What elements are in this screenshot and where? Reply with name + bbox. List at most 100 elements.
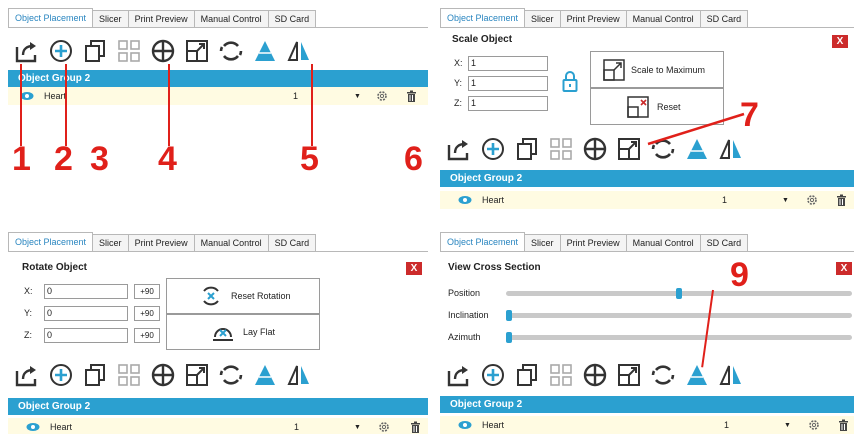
position-icon[interactable] [582, 362, 608, 388]
chevron-down-icon[interactable]: ▼ [354, 424, 361, 431]
tab-slicer[interactable]: Slicer [92, 10, 129, 28]
copy-icon[interactable] [82, 38, 108, 64]
cross-section-icon[interactable] [252, 362, 278, 388]
inclination-slider[interactable] [506, 313, 852, 318]
export-icon[interactable] [14, 38, 40, 64]
add-icon[interactable] [480, 136, 506, 162]
azimuth-slider[interactable] [506, 335, 852, 340]
object-row[interactable]: Heart 1 ▼ [8, 418, 428, 434]
tab-object-placement[interactable]: Object Placement [440, 8, 526, 28]
scale-icon[interactable] [616, 136, 642, 162]
trash-icon[interactable] [836, 194, 847, 206]
eye-icon[interactable] [26, 422, 40, 432]
gear-icon[interactable] [378, 421, 390, 433]
eye-icon[interactable] [458, 195, 472, 205]
scale-x-input[interactable]: 1 [468, 56, 548, 71]
tab-sd-card[interactable]: SD Card [699, 234, 749, 252]
object-row[interactable]: Heart 1 ▼ [440, 191, 854, 209]
scale-to-maximum-button[interactable]: Scale to Maximum [590, 51, 724, 88]
mirror-icon[interactable] [286, 362, 312, 388]
lay-flat-button[interactable]: Lay Flat [166, 314, 320, 350]
copy-icon[interactable] [514, 362, 540, 388]
copy-icon[interactable] [82, 362, 108, 388]
chevron-down-icon[interactable]: ▼ [354, 93, 361, 100]
scale-icon[interactable] [184, 362, 210, 388]
reset-rotation-button[interactable]: Reset Rotation [166, 278, 320, 314]
tab-slicer[interactable]: Slicer [92, 234, 129, 252]
tab-slicer[interactable]: Slicer [524, 234, 561, 252]
tab-print-preview[interactable]: Print Preview [127, 234, 195, 252]
rotate-y-input[interactable]: 0 [44, 306, 128, 321]
chevron-down-icon[interactable]: ▼ [782, 197, 789, 204]
eye-icon[interactable] [20, 91, 34, 101]
object-count[interactable]: 1 [293, 91, 298, 101]
close-button[interactable]: X [836, 262, 852, 275]
object-count[interactable]: 1 [724, 420, 729, 430]
trash-icon[interactable] [838, 419, 849, 431]
close-button[interactable]: X [832, 35, 848, 48]
position-slider-handle[interactable] [676, 288, 682, 299]
export-icon[interactable] [446, 136, 472, 162]
rotate-z-plus90-button[interactable]: +90 [134, 328, 160, 343]
scale-y-input[interactable]: 1 [468, 76, 548, 91]
tab-slicer[interactable]: Slicer [524, 10, 561, 28]
gear-icon[interactable] [808, 419, 820, 431]
scale-z-input[interactable]: 1 [468, 96, 548, 111]
tab-manual-control[interactable]: Manual Control [625, 10, 701, 28]
gear-icon[interactable] [376, 90, 388, 102]
rotate-y-plus90-button[interactable]: +90 [134, 306, 160, 321]
position-icon[interactable] [150, 362, 176, 388]
rotate-icon[interactable] [650, 362, 676, 388]
cross-section-icon[interactable] [252, 38, 278, 64]
gear-icon[interactable] [806, 194, 818, 206]
object-row[interactable]: Heart 1 ▼ [8, 87, 428, 105]
position-icon[interactable] [582, 136, 608, 162]
object-group-header[interactable]: Object Group 2 [440, 170, 854, 187]
lock-icon[interactable] [562, 70, 578, 92]
object-group-header[interactable]: Object Group 2 [8, 398, 428, 415]
tab-sd-card[interactable]: SD Card [699, 10, 749, 28]
tab-sd-card[interactable]: SD Card [267, 234, 317, 252]
tab-manual-control[interactable]: Manual Control [193, 234, 269, 252]
tab-sd-card[interactable]: SD Card [267, 10, 317, 28]
tab-manual-control[interactable]: Manual Control [193, 10, 269, 28]
eye-icon[interactable] [458, 420, 472, 430]
tab-object-placement[interactable]: Object Placement [8, 8, 94, 28]
rotate-z-input[interactable]: 0 [44, 328, 128, 343]
add-icon[interactable] [480, 362, 506, 388]
mirror-icon[interactable] [286, 38, 312, 64]
copy-icon[interactable] [514, 136, 540, 162]
trash-icon[interactable] [406, 90, 417, 102]
close-button[interactable]: X [406, 262, 422, 275]
rotate-x-plus90-button[interactable]: +90 [134, 284, 160, 299]
scale-to-maximum-label: Scale to Maximum [631, 64, 706, 75]
add-icon[interactable] [48, 38, 74, 64]
inclination-slider-handle[interactable] [506, 310, 512, 321]
object-group-header[interactable]: Object Group 2 [8, 70, 428, 87]
rotate-icon[interactable] [218, 38, 244, 64]
tab-object-placement[interactable]: Object Placement [8, 232, 94, 252]
tab-object-placement[interactable]: Object Placement [440, 232, 526, 252]
position-icon[interactable] [150, 38, 176, 64]
export-icon[interactable] [446, 362, 472, 388]
callout-4: 4 [158, 140, 177, 178]
object-count[interactable]: 1 [294, 422, 299, 432]
cross-section-icon[interactable] [684, 362, 710, 388]
mirror-icon[interactable] [718, 362, 744, 388]
tab-manual-control[interactable]: Manual Control [625, 234, 701, 252]
scale-icon[interactable] [184, 38, 210, 64]
object-row[interactable]: Heart 1 ▼ [440, 416, 854, 434]
scale-icon[interactable] [616, 362, 642, 388]
tab-print-preview[interactable]: Print Preview [559, 234, 627, 252]
export-icon[interactable] [14, 362, 40, 388]
object-count[interactable]: 1 [722, 195, 727, 205]
tab-print-preview[interactable]: Print Preview [559, 10, 627, 28]
chevron-down-icon[interactable]: ▼ [784, 422, 791, 429]
azimuth-slider-handle[interactable] [506, 332, 512, 343]
rotate-icon[interactable] [218, 362, 244, 388]
rotate-x-input[interactable]: 0 [44, 284, 128, 299]
add-icon[interactable] [48, 362, 74, 388]
tab-print-preview[interactable]: Print Preview [127, 10, 195, 28]
object-group-header[interactable]: Object Group 2 [440, 396, 854, 413]
trash-icon[interactable] [410, 421, 421, 433]
